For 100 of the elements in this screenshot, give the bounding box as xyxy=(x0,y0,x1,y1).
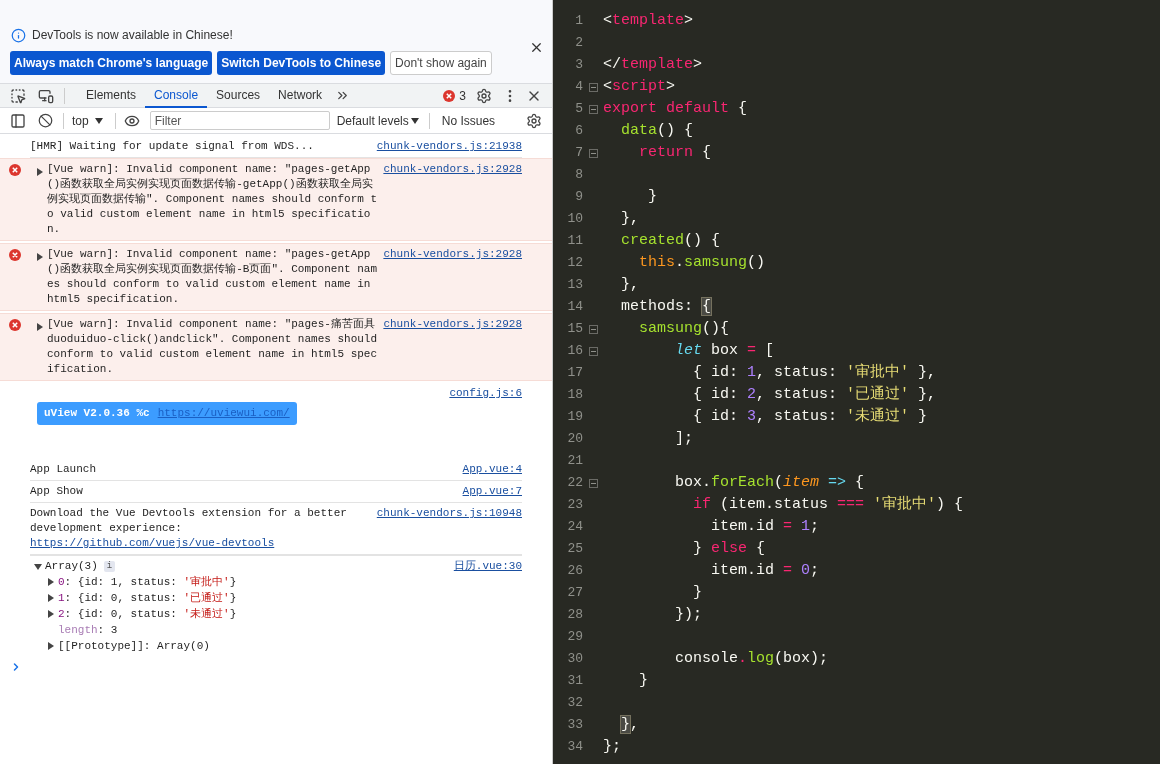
code-line: }); xyxy=(674,604,703,625)
panel-tab[interactable]: Elements xyxy=(77,83,146,108)
line-number: 25 xyxy=(566,540,583,559)
code-line: this.samsung() xyxy=(638,252,766,273)
array-summary[interactable]: Array(3) xyxy=(45,559,98,574)
context-dropdown[interactable]: top xyxy=(70,111,105,130)
log-message: App Launch xyxy=(30,462,97,477)
code-line: <template> xyxy=(603,10,694,31)
code-line: }, xyxy=(620,208,639,229)
sidebar-toggle-icon[interactable] xyxy=(10,112,26,129)
message-link[interactable]: https://github.com/vuejs/vue-devtools xyxy=(30,537,275,549)
array-entry[interactable]: 1: {id: 0, status: '已通过'} xyxy=(58,592,237,604)
line-number: 27 xyxy=(566,584,583,603)
log-message: [HMR] Waiting for update signal from WDS... xyxy=(30,139,315,154)
length-property: length: 3 xyxy=(57,624,118,636)
line-number: 22 xyxy=(566,474,583,493)
code-line: item.id = 0; xyxy=(710,560,820,581)
line-number: 12 xyxy=(566,254,583,273)
code-line: console.log(box); xyxy=(674,648,829,669)
info-icon xyxy=(11,27,26,43)
source-link[interactable]: chunk-vendors.js:21938 xyxy=(376,139,522,154)
panel-tab[interactable]: Sources xyxy=(207,83,270,108)
code-line: created() { xyxy=(620,230,721,251)
error-count[interactable]: 3 xyxy=(459,86,466,105)
code-line: box.forEach(item => { xyxy=(674,472,865,493)
error-icon xyxy=(9,164,21,176)
line-number: 10 xyxy=(566,210,583,229)
device-toolbar-icon[interactable] xyxy=(38,87,54,104)
line-number: 5 xyxy=(574,100,583,119)
collapse-triangle-icon[interactable] xyxy=(34,562,42,571)
line-number: 24 xyxy=(566,518,583,537)
error-text: [Vue warn]: Invalid component name: "pages-痛苦面具duoduiduo-click()andclick". Component names should conform to valid custom element name in html5 specification. xyxy=(47,317,378,377)
primary-button[interactable]: Switch DevTools to Chinese xyxy=(217,51,386,75)
line-number: 11 xyxy=(566,232,583,251)
code-line: data() { xyxy=(620,120,694,141)
expand-triangle-icon[interactable] xyxy=(47,642,55,650)
caret-icon xyxy=(410,117,419,124)
code-line: if (item.status === '审批中') { xyxy=(692,494,964,515)
source-link[interactable]: chunk-vendors.js:2928 xyxy=(383,247,522,262)
log-levels-dropdown[interactable]: Default levels xyxy=(336,111,419,130)
code-line: { id: 3, status: '未通过' } xyxy=(692,406,928,427)
code-line: samsung(){ xyxy=(638,318,730,339)
close-icon[interactable] xyxy=(529,40,544,55)
caret-icon xyxy=(94,117,103,124)
line-number: 31 xyxy=(566,672,583,691)
error-icon xyxy=(443,89,456,102)
clear-console-icon[interactable] xyxy=(38,113,53,128)
line-number: 18 xyxy=(566,386,583,405)
code-line: </template> xyxy=(603,54,703,75)
fold-toggle-icon[interactable] xyxy=(588,346,598,356)
expand-triangle-icon[interactable] xyxy=(36,253,44,261)
source-link[interactable]: config.js:6 xyxy=(449,386,522,401)
source-link[interactable]: App.vue:4 xyxy=(462,462,522,477)
source-link[interactable]: App.vue:7 xyxy=(462,484,522,499)
error-icon xyxy=(9,249,21,261)
array-entry[interactable]: 0: {id: 1, status: '审批中'} xyxy=(58,576,237,588)
panel-tab[interactable]: Console xyxy=(145,83,208,108)
array-entry[interactable]: 2: {id: 0, status: '未通过'} xyxy=(58,608,237,620)
line-number: 8 xyxy=(574,166,583,185)
line-number: 26 xyxy=(566,562,583,581)
code-line: { id: 1, status: '审批中' }, xyxy=(692,362,937,383)
fold-toggle-icon[interactable] xyxy=(588,148,598,158)
fold-toggle-icon[interactable] xyxy=(588,324,598,334)
fold-toggle-icon[interactable] xyxy=(588,478,598,488)
settings-icon[interactable] xyxy=(476,87,492,104)
console-settings-icon[interactable] xyxy=(526,112,542,129)
log-message: Download the Vue Devtools extension for a better development experience: xyxy=(30,506,348,536)
error-text: [Vue warn]: Invalid component name: "pages-getApp()函数获取全局实例实现页面数据传输-getApp()函数获取全局实例实现页面数据传输". Component names should conform to valid custom element name in html5 specification. xyxy=(47,162,378,237)
expand-triangle-icon[interactable] xyxy=(36,323,44,331)
code-line: return { xyxy=(638,142,712,163)
panel-tab[interactable]: Network xyxy=(269,83,332,108)
line-number: 32 xyxy=(566,694,583,713)
source-link[interactable]: chunk-vendors.js:2928 xyxy=(383,162,522,177)
issues-status[interactable]: No Issues xyxy=(441,111,496,130)
fold-toggle-icon[interactable] xyxy=(588,82,598,92)
banner-message: DevTools is now available in Chinese! xyxy=(32,27,233,44)
primary-button[interactable]: Always match Chrome's language xyxy=(10,51,213,75)
error-icon xyxy=(9,319,21,331)
code-line: methods: { xyxy=(620,296,712,317)
prototype-entry[interactable]: [[Prototype]]: Array(0) xyxy=(58,640,210,652)
source-link[interactable]: chunk-vendors.js:2928 xyxy=(383,317,522,332)
line-number: 16 xyxy=(566,342,583,361)
badge-text: uView V2.0.36 %c xyxy=(44,406,150,421)
line-number: 29 xyxy=(566,628,583,647)
line-number: 19 xyxy=(566,408,583,427)
line-number: 20 xyxy=(566,430,583,449)
source-link[interactable]: 日历.vue:30 xyxy=(453,559,522,574)
expand-triangle-icon[interactable] xyxy=(36,168,44,176)
filter-field[interactable]: Filter xyxy=(149,111,330,130)
line-number: 7 xyxy=(574,144,583,163)
fold-toggle-icon[interactable] xyxy=(588,104,598,114)
line-number: 33 xyxy=(566,716,583,735)
code-line: }, xyxy=(620,274,639,295)
code-line: export default { xyxy=(603,98,748,119)
inspect-icon[interactable] xyxy=(10,87,26,104)
secondary-button[interactable]: Don't show again xyxy=(390,51,492,75)
line-number: 14 xyxy=(566,298,583,317)
source-link[interactable]: chunk-vendors.js:10948 xyxy=(376,506,522,521)
line-number: 3 xyxy=(574,56,583,75)
code-line: item.id = 1; xyxy=(710,516,820,537)
